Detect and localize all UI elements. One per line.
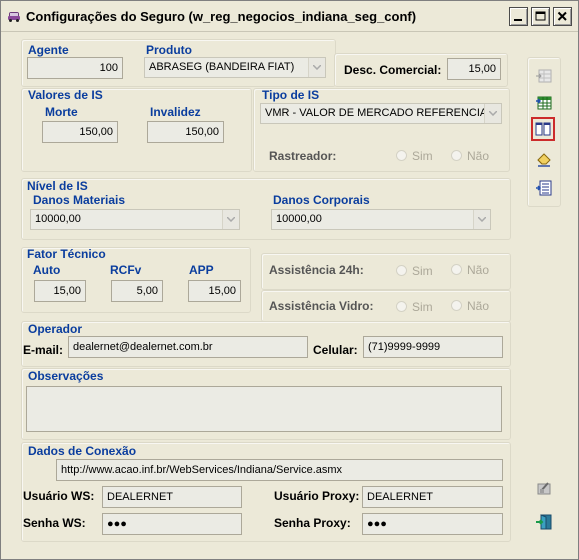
chevron-down-icon (478, 217, 486, 222)
tipo-is-select-value: VMR - VALOR DE MERCADO REFERENCIADO (265, 107, 502, 119)
spreadsheet-icon (536, 96, 552, 110)
senha-ws-field[interactable]: ●●● (102, 513, 242, 535)
assistencia-vidro-label: Assistência Vidro: (269, 299, 374, 313)
rcfv-field[interactable]: 5,00 (111, 280, 163, 302)
danos-materiais-select[interactable]: 10000,00 (30, 209, 240, 230)
usuario-ws-field[interactable]: DEALERNET (102, 486, 242, 508)
radio-icon (396, 265, 407, 276)
auto-label: Auto (33, 263, 61, 277)
radio-icon (451, 300, 462, 311)
produto-label: Produto (146, 43, 192, 57)
assistencia-24h-nao-radio[interactable]: Não (451, 263, 489, 277)
app-field[interactable]: 15,00 (188, 280, 241, 302)
danos-corporais-value: 10000,00 (276, 213, 322, 225)
configuracoes-seguro-window: Configurações do Seguro (w_reg_negocios_… (0, 0, 579, 560)
celular-field[interactable]: (71)9999-9999 (363, 336, 503, 358)
radio-icon (451, 150, 462, 161)
usuario-proxy-field[interactable]: DEALERNET (362, 486, 503, 508)
invalidez-field[interactable]: 150,00 (147, 121, 224, 143)
desc-comercial-label: Desc. Comercial: (344, 63, 442, 77)
exit-button[interactable] (531, 509, 555, 533)
desc-comercial-field[interactable]: 15,00 (447, 58, 501, 80)
danos-corporais-label: Danos Corporais (273, 193, 370, 207)
exit-door-icon (536, 514, 552, 530)
nivel-is-label: Nível de IS (27, 179, 88, 193)
danos-materiais-value: 10000,00 (35, 213, 81, 225)
chevron-down-icon (227, 217, 235, 222)
chevron-down-icon (313, 65, 321, 70)
email-label: E-mail: (23, 343, 64, 357)
minimize-button[interactable] (509, 7, 528, 26)
assistencia-24h-sim-radio[interactable]: Sim (396, 264, 433, 278)
disabled-tool-button[interactable] (531, 475, 555, 499)
produto-select-arrow[interactable] (308, 58, 325, 77)
conexao-url-field[interactable]: http://www.acao.inf.br/WebServices/India… (56, 459, 503, 481)
maximize-icon (535, 11, 546, 21)
conexao-label: Dados de Conexão (28, 444, 137, 458)
eraser-icon (537, 153, 551, 167)
produto-select[interactable]: ABRASEG (BANDEIRA FIAT) (144, 57, 326, 78)
observacoes-textarea[interactable] (26, 386, 502, 432)
danos-corporais-select[interactable]: 10000,00 (271, 209, 491, 230)
rcfv-label: RCFv (110, 263, 142, 277)
app-label: APP (189, 263, 214, 277)
insert-row-button[interactable] (531, 63, 555, 87)
tipo-is-label: Tipo de IS (262, 88, 320, 102)
rastreador-sim-radio[interactable]: Sim (396, 149, 433, 163)
senha-ws-label: Senha WS: (23, 516, 86, 530)
invalidez-label: Invalidez (150, 105, 201, 119)
radio-icon (396, 150, 407, 161)
danos-materiais-arrow[interactable] (222, 210, 239, 229)
assistencia-vidro-sim-label: Sim (412, 300, 433, 314)
columns-icon (535, 122, 551, 136)
usuario-ws-label: Usuário WS: (23, 489, 95, 503)
car-icon (8, 12, 20, 22)
close-icon (557, 11, 567, 21)
columns-button[interactable] (531, 117, 555, 141)
tipo-is-select[interactable]: VMR - VALOR DE MERCADO REFERENCIADO (260, 103, 502, 124)
import-list-icon (536, 180, 552, 196)
fator-tecnico-label: Fator Técnico (27, 247, 106, 261)
assistencia-24h-label: Assistência 24h: (269, 263, 364, 277)
network-folder-icon (537, 482, 551, 495)
senha-proxy-label: Senha Proxy: (274, 516, 351, 530)
observacoes-label: Observações (28, 369, 104, 383)
chevron-down-icon (489, 111, 497, 116)
rastreador-sim-label: Sim (412, 149, 433, 163)
assistencia-vidro-nao-radio[interactable]: Não (451, 299, 489, 313)
assistencia-24h-nao-label: Não (467, 263, 490, 277)
assistencia-vidro-nao-label: Não (467, 299, 490, 313)
spreadsheet-button[interactable] (531, 90, 555, 114)
eraser-button[interactable] (531, 146, 555, 170)
auto-field[interactable]: 15,00 (34, 280, 86, 302)
valores-is-label: Valores de IS (28, 88, 103, 102)
rastreador-nao-label: Não (467, 149, 490, 163)
celular-label: Celular: (313, 343, 358, 357)
senha-proxy-field[interactable]: ●●● (362, 513, 503, 535)
assistencia-24h-sim-label: Sim (412, 264, 433, 278)
produto-select-value: ABRASEG (BANDEIRA FIAT) (149, 61, 295, 73)
email-field[interactable]: dealernet@dealernet.com.br (68, 336, 308, 358)
agente-label: Agente (28, 43, 69, 57)
window-title: Configurações do Seguro (w_reg_negocios_… (26, 9, 417, 24)
assistencia-vidro-sim-radio[interactable]: Sim (396, 300, 433, 314)
morte-field[interactable]: 150,00 (42, 121, 118, 143)
insert-row-icon (536, 69, 552, 83)
title-bar[interactable]: Configurações do Seguro (w_reg_negocios_… (1, 1, 578, 32)
agente-field[interactable]: 100 (27, 57, 123, 79)
tipo-is-select-arrow[interactable] (484, 104, 501, 123)
danos-materiais-label: Danos Materiais (33, 193, 126, 207)
rastreador-nao-radio[interactable]: Não (451, 149, 489, 163)
operador-label: Operador (28, 322, 83, 336)
usuario-proxy-label: Usuário Proxy: (274, 489, 360, 503)
morte-label: Morte (45, 105, 78, 119)
minimize-icon (514, 19, 522, 21)
rastreador-label: Rastreador: (269, 149, 337, 163)
maximize-button[interactable] (531, 7, 550, 26)
close-button[interactable] (553, 7, 572, 26)
radio-icon (451, 264, 462, 275)
danos-corporais-arrow[interactable] (473, 210, 490, 229)
import-list-button[interactable] (531, 175, 555, 199)
radio-icon (396, 301, 407, 312)
